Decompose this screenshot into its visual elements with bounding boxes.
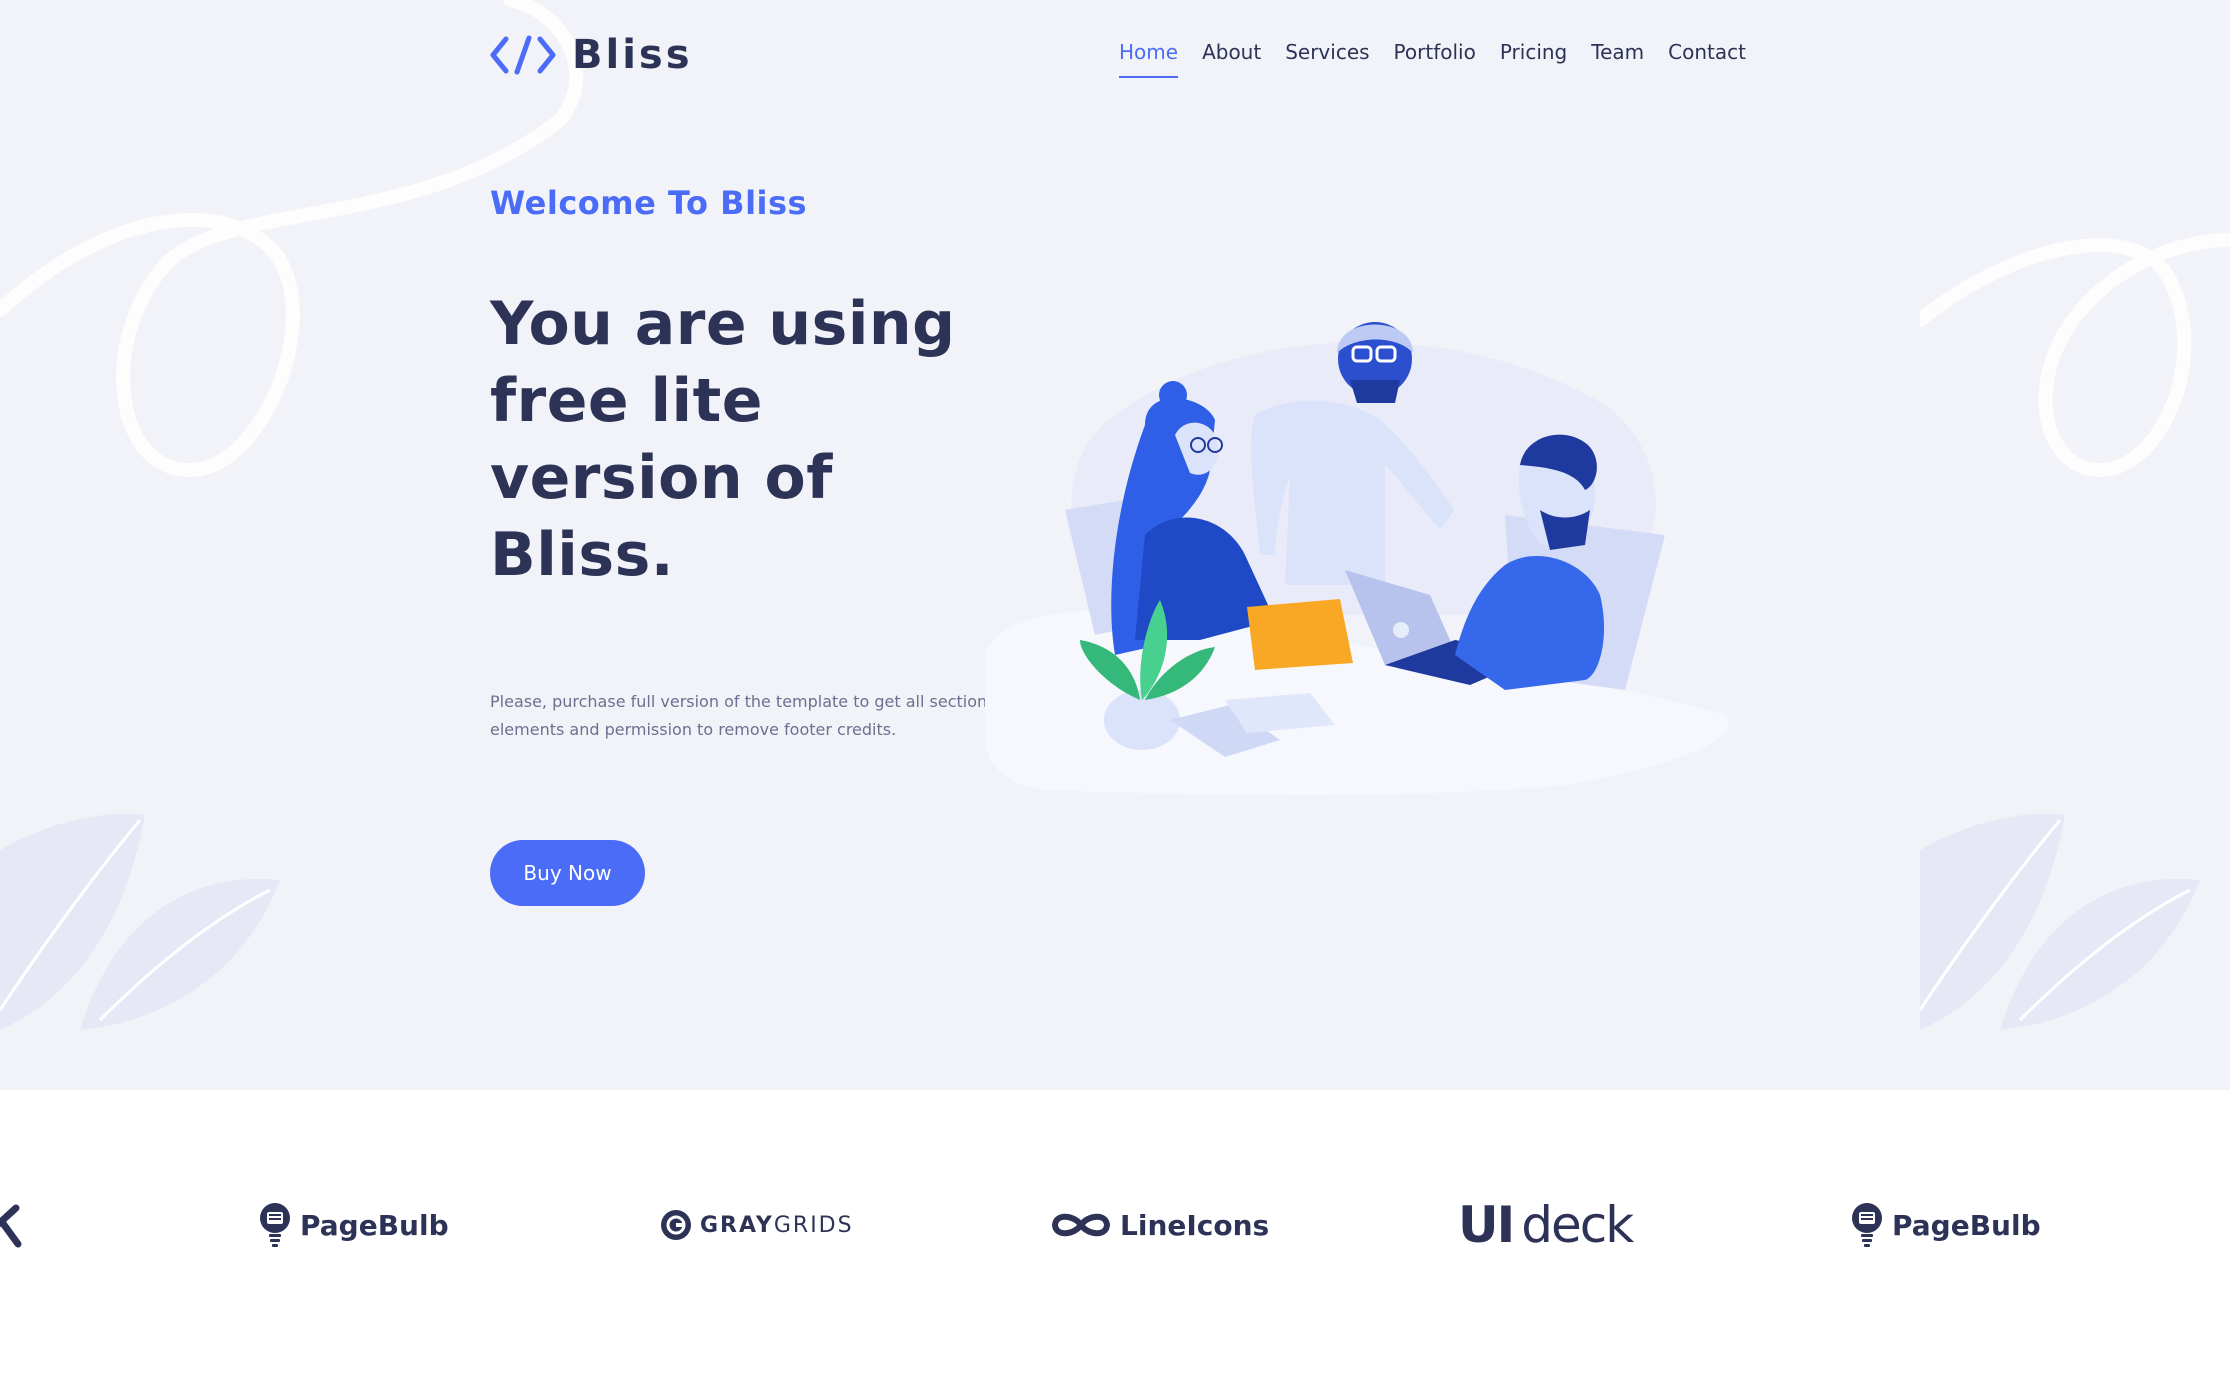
brand-name: Bliss — [572, 32, 693, 78]
main-nav: Home About Services Portfolio Pricing Te… — [1119, 40, 1746, 78]
team-meeting-illustration — [985, 322, 1729, 795]
brand-logo[interactable]: Bliss — [490, 30, 693, 80]
nav-item-portfolio[interactable]: Portfolio — [1394, 40, 1476, 78]
leaf-decoration-left — [0, 813, 280, 1030]
brand-name-uideck-prefix: UI — [1458, 1196, 1515, 1254]
code-brackets-icon — [490, 35, 556, 75]
clipped-brand-logo-left — [0, 1190, 24, 1260]
buy-now-button[interactable]: Buy Now — [490, 840, 645, 906]
lightbulb-icon — [260, 1203, 290, 1247]
brand-logo-graygrids[interactable]: GRAYGRIDS — [660, 1190, 854, 1260]
brand-logo-pagebulb-1[interactable]: PageBulb — [258, 1190, 449, 1260]
brand-logo-uideck[interactable]: UI deck — [1458, 1190, 1634, 1260]
nav-item-home[interactable]: Home — [1119, 40, 1179, 78]
graygrids-wordmark: GRAYGRIDS — [700, 1213, 854, 1238]
welcome-subtitle: Welcome To Bliss — [490, 184, 808, 222]
nav-item-team[interactable]: Team — [1591, 40, 1644, 78]
hero-description: Please, purchase full version of the tem… — [490, 692, 1001, 739]
nav-item-services[interactable]: Services — [1285, 40, 1369, 78]
brand-name-pagebulb: PageBulb — [1892, 1208, 2041, 1242]
nav-item-about[interactable]: About — [1202, 40, 1261, 78]
infinity-icon — [1051, 1213, 1111, 1237]
graygrids-icon — [661, 1210, 691, 1240]
brand-name-grids: GRIDS — [773, 1212, 854, 1238]
leaf-decoration-right — [1920, 813, 2200, 1030]
lightbulb-icon — [1852, 1203, 1882, 1247]
nav-item-pricing[interactable]: Pricing — [1500, 40, 1567, 78]
letter-k-glyph — [0, 1204, 22, 1248]
nav-item-contact[interactable]: Contact — [1668, 40, 1746, 78]
brand-logo-pagebulb-2[interactable]: PageBulb — [1850, 1190, 2041, 1260]
brand-name-pagebulb: PageBulb — [300, 1208, 449, 1242]
hero-headline: You are using free lite version of Bliss… — [490, 289, 956, 590]
brand-name-gray: GRAY — [700, 1212, 774, 1238]
brand-logos-strip: PageBulb GRAYGRIDS LineIcons UI deck Pag… — [0, 1090, 2230, 1376]
brand-logo-lineicons[interactable]: LineIcons — [1050, 1190, 1269, 1260]
swirl-decoration-right — [1920, 233, 2230, 478]
brand-name-uideck: deck — [1521, 1196, 1634, 1254]
brand-name-lineicons: LineIcons — [1120, 1208, 1270, 1242]
hero-section: Bliss Home About Services Portfolio Pric… — [0, 0, 2230, 1090]
